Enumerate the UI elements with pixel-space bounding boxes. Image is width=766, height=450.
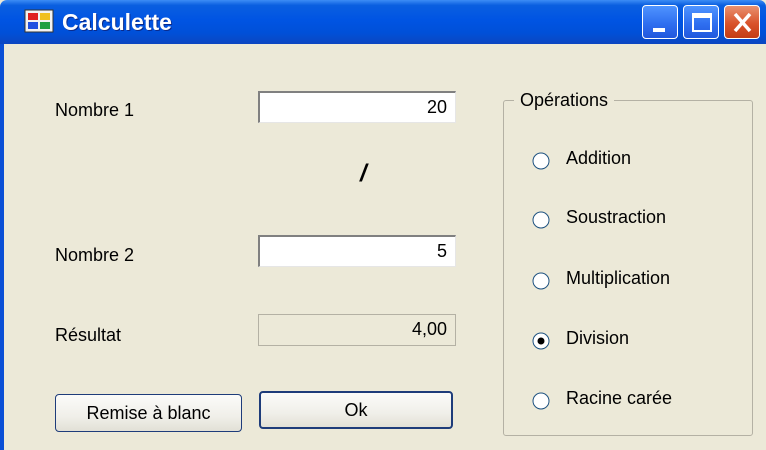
resultat-label: Résultat [55,325,122,345]
title-bar[interactable]: Calculette [0,0,766,44]
radio-unchecked-icon [532,211,550,229]
minimize-button[interactable] [642,5,678,39]
resultat-field: 4,00 [258,314,456,346]
maximize-button[interactable] [683,5,719,39]
radio-label: Division [566,328,630,348]
app-window-icon [24,9,54,33]
close-button[interactable] [724,5,760,39]
radio-checked-icon [532,332,550,350]
maximize-icon [692,13,712,32]
ok-button[interactable]: Ok [259,391,453,429]
radio-unchecked-icon [532,392,550,410]
nombre2-label: Nombre 2 [55,245,135,265]
radio-label: Racine carée [566,388,673,408]
nombre1-label: Nombre 1 [55,100,135,120]
close-icon [733,12,752,33]
radio-label: Soustraction [566,207,667,227]
nombre1-input[interactable]: 20 [258,91,456,123]
radio-label: Multiplication [566,268,671,288]
window-frame-left [0,44,4,450]
nombre2-input[interactable]: 5 [258,235,456,267]
calculette-window: Calculette Nombre 1 20 / Nombre 2 5 Résu… [0,0,766,450]
minimize-icon [653,28,665,32]
window-title: Calculette [62,9,172,35]
radio-unchecked-icon [532,272,550,290]
radio-label: Addition [566,148,632,168]
operator-symbol: / [360,160,367,187]
radio-unchecked-icon [532,152,550,170]
operations-legend: Opérations [514,90,615,111]
reset-button[interactable]: Remise à blanc [55,394,242,432]
